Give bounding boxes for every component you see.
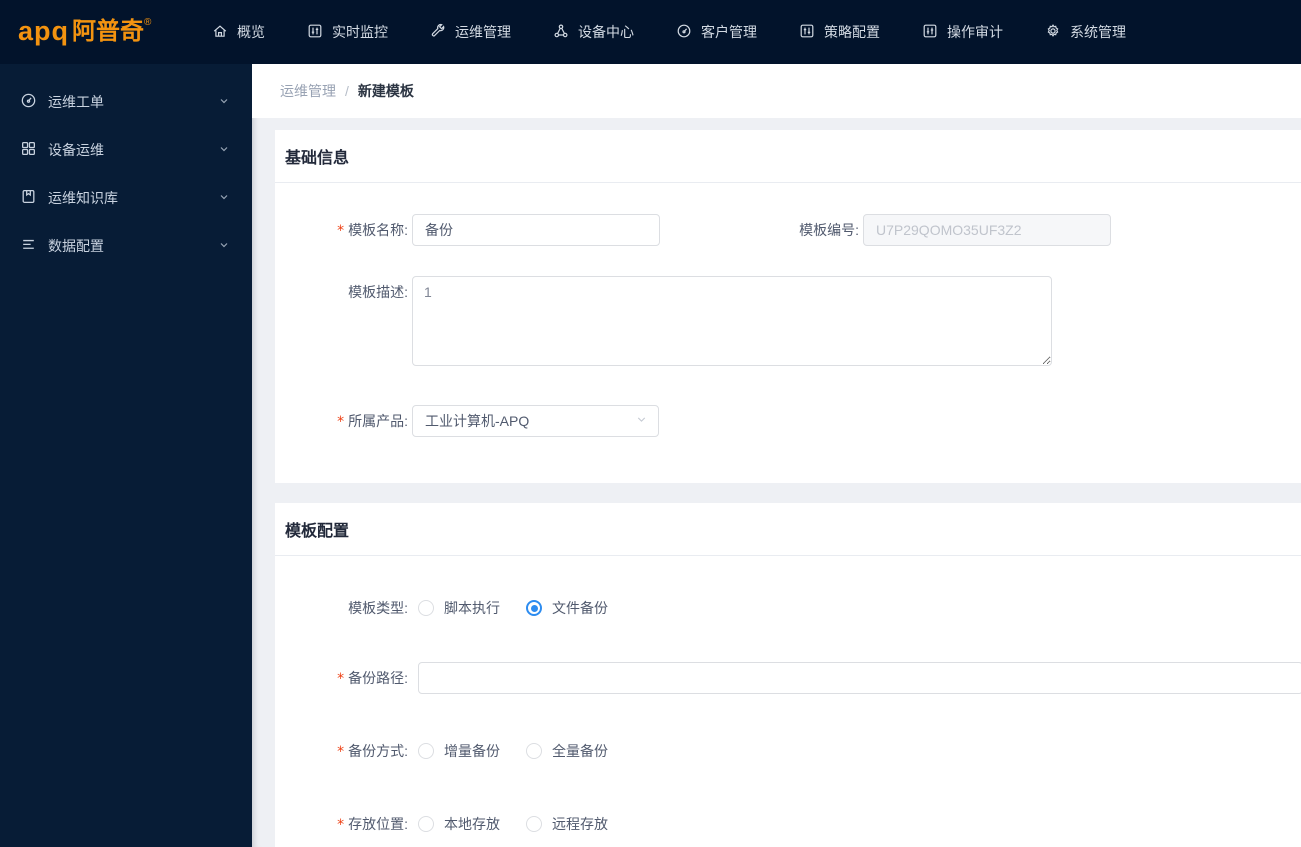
radio-remote-storage[interactable]: 远程存放 [526,814,608,834]
chevron-down-icon[interactable] [218,94,230,110]
backup-path-label: 备份路径: [285,662,408,695]
template-desc-label: 模板描述: [348,284,408,300]
topnav-label: 概览 [237,24,265,40]
top-menu: 概览 实时监控 运维管理 设备中心 客户管理 策略配置 操作审计 系统管理 [212,0,1126,64]
topnav-label: 策略配置 [824,24,880,40]
work-order-icon [20,92,37,112]
backup-mode-row: 备份方式: 增量备份 全量备份 [285,735,1301,768]
sidebar-item-label: 数据配置 [48,238,104,254]
topnav-realtime-monitor[interactable]: 实时监控 [307,0,388,64]
topnav-label: 运维管理 [455,24,511,40]
knowledge-base-icon [20,188,37,208]
device-center-icon [553,23,569,42]
sidebar-item-device-ops[interactable]: 设备运维 [0,126,252,174]
radio-label: 脚本执行 [444,600,500,616]
brand-reg-mark: ® [144,17,152,28]
sidebar-item-label: 运维工单 [48,94,104,110]
topnav-customer-management[interactable]: 客户管理 [676,0,757,64]
template-name-row: 模板名称: 模板编号: [285,214,1301,247]
breadcrumb: 运维管理 / 新建模板 [252,64,1301,118]
sidebar-item-data-config[interactable]: 数据配置 [0,222,252,270]
sidebar-item-knowledge-base[interactable]: 运维知识库 [0,174,252,222]
chevron-down-icon[interactable] [218,238,230,254]
breadcrumb-parent[interactable]: 运维管理 [280,81,336,101]
sidebar-item-label: 设备运维 [48,142,104,158]
topnav-label: 客户管理 [701,24,757,40]
section-title-template-config: 模板配置 [285,523,350,540]
product-label: 所属产品: [285,405,408,438]
main-content: 运维管理 / 新建模板 基础信息 模板名称: 模板编号: 模板描述: 1 所属产… [252,64,1301,847]
radio-circle[interactable] [526,816,542,832]
radio-circle[interactable] [418,743,434,759]
topnav-label: 实时监控 [332,24,388,40]
top-navigation-bar: apq阿普奇® 概览 实时监控 运维管理 设备中心 客户管理 策略配置 操作 [0,0,1301,64]
brand-logo[interactable]: apq 阿普奇 ® [0,16,200,48]
section-title-basic-info: 基础信息 [285,150,350,167]
strategy-config-icon [799,23,815,42]
template-config-card: 模板配置 模板类型: 脚本执行 文件备份 备份路径: [275,503,1301,847]
sidebar-item-work-order[interactable]: 运维工单 [0,78,252,126]
backup-path-row: 备份路径: [285,662,1301,695]
radio-file-backup[interactable]: 文件备份 [526,598,608,618]
storage-location-row: 存放位置: 本地存放 远程存放 [285,808,1301,841]
topnav-device-center[interactable]: 设备中心 [553,0,634,64]
radio-local-storage[interactable]: 本地存放 [418,814,500,834]
product-select[interactable]: 工业计算机-APQ [412,405,659,437]
breadcrumb-current: 新建模板 [357,83,414,99]
radio-label: 全量备份 [552,743,608,759]
home-icon [212,23,228,42]
chevron-down-icon [635,413,648,429]
basic-info-card: 基础信息 模板名称: 模板编号: 模板描述: 1 所属产品: 工业计算机-APQ [275,130,1301,483]
product-row: 所属产品: 工业计算机-APQ [285,405,1301,438]
template-name-input[interactable] [412,214,660,246]
template-code-input [863,214,1111,246]
template-name-label: 模板名称: [285,214,408,247]
template-code-label: 模板编号: [799,222,859,238]
brand-logo-cn: 阿普奇 [72,18,145,45]
brand-logo-text: apq [18,16,70,46]
radio-label: 本地存放 [444,816,500,832]
topnav-label: 操作审计 [947,24,1003,40]
realtime-monitor-icon [307,23,323,42]
radio-circle[interactable] [418,816,434,832]
data-config-icon [20,236,37,256]
template-type-row: 模板类型: 脚本执行 文件备份 [285,592,1301,624]
radio-script-exec[interactable]: 脚本执行 [418,598,500,618]
topnav-label: 系统管理 [1070,24,1126,40]
product-select-value: 工业计算机-APQ [425,413,530,429]
sidebar: 运维工单 设备运维 运维知识库 数据配置 [0,64,252,847]
radio-full-backup[interactable]: 全量备份 [526,741,608,761]
storage-location-label: 存放位置: [285,808,408,841]
radio-circle[interactable] [526,743,542,759]
radio-label: 增量备份 [444,743,500,759]
template-desc-textarea[interactable]: 1 [412,276,1052,366]
device-ops-icon [20,140,37,160]
template-desc-row: 模板描述: 1 [285,276,1301,369]
topnav-system-management[interactable]: 系统管理 [1045,0,1126,64]
breadcrumb-separator: / [345,83,349,99]
template-type-label: 模板类型: [348,600,408,616]
radio-circle[interactable] [526,600,542,616]
system-management-icon [1045,23,1061,42]
topnav-overview[interactable]: 概览 [212,0,265,64]
topnav-label: 设备中心 [578,24,634,40]
operation-audit-icon [922,23,938,42]
sidebar-item-label: 运维知识库 [48,190,118,206]
chevron-down-icon[interactable] [218,190,230,206]
customer-management-icon [676,23,692,42]
backup-path-input[interactable] [418,662,1301,694]
radio-label: 远程存放 [552,816,608,832]
ops-management-icon [430,23,446,42]
backup-mode-label: 备份方式: [285,735,408,768]
topnav-ops-management[interactable]: 运维管理 [430,0,511,64]
radio-incremental-backup[interactable]: 增量备份 [418,741,500,761]
template-config-header: 模板配置 [275,503,1301,556]
topnav-operation-audit[interactable]: 操作审计 [922,0,1003,64]
radio-label: 文件备份 [552,600,608,616]
topnav-strategy-config[interactable]: 策略配置 [799,0,880,64]
basic-info-header: 基础信息 [275,130,1301,183]
chevron-down-icon[interactable] [218,142,230,158]
radio-circle[interactable] [418,600,434,616]
